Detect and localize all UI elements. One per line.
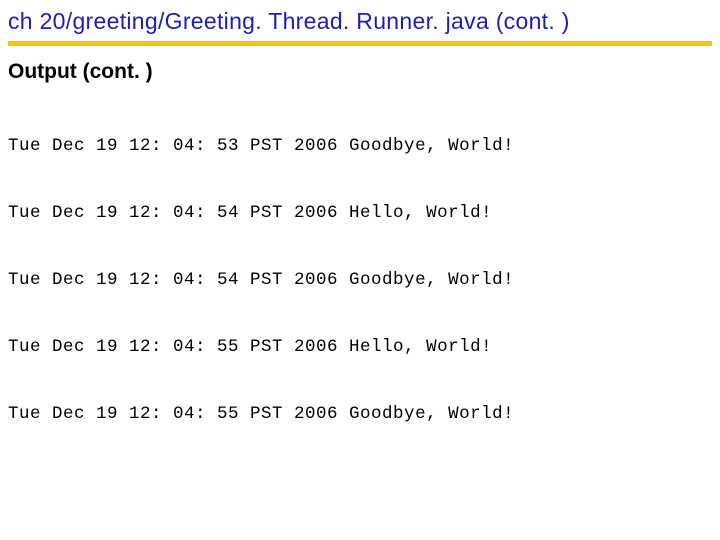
output-line: Tue Dec 19 12: 04: 54 PST 2006 Goodbye, … [8, 269, 712, 291]
output-line: Tue Dec 19 12: 04: 55 PST 2006 Goodbye, … [8, 403, 712, 425]
output-block: Tue Dec 19 12: 04: 53 PST 2006 Goodbye, … [8, 90, 712, 471]
output-heading: Output (cont. ) [8, 60, 712, 84]
output-line: Tue Dec 19 12: 04: 54 PST 2006 Hello, Wo… [8, 202, 712, 224]
slide-title: ch 20/greeting/Greeting. Thread. Runner.… [8, 8, 712, 46]
slide-container: ch 20/greeting/Greeting. Thread. Runner.… [0, 0, 720, 471]
output-line: Tue Dec 19 12: 04: 53 PST 2006 Goodbye, … [8, 135, 712, 157]
output-line: Tue Dec 19 12: 04: 55 PST 2006 Hello, Wo… [8, 336, 712, 358]
